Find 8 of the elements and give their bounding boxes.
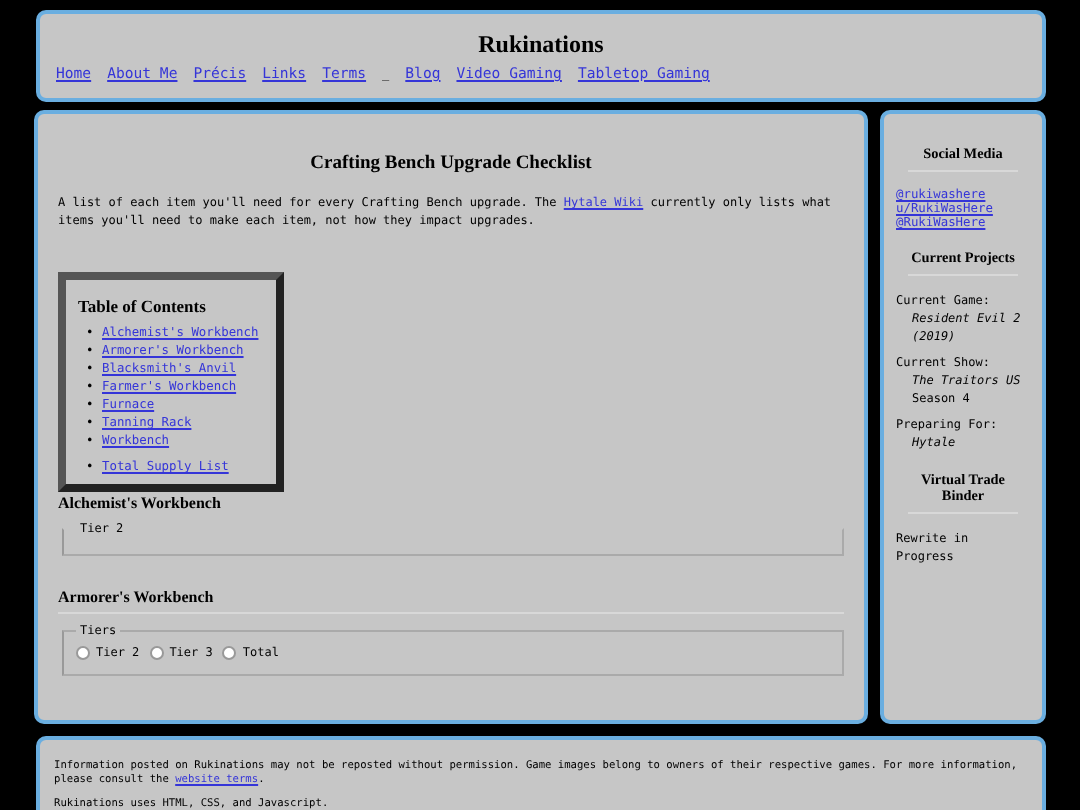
section-heading: Armorer's Workbench [58,588,844,614]
section-heading: Alchemist's Workbench [58,494,223,512]
toc-title: Table of Contents [78,296,208,316]
site-title: Rukinations [476,30,606,60]
radio-button[interactable] [222,646,237,660]
radio-button[interactable] [149,646,164,660]
page-title: Crafting Bench Upgrade Checklist [308,154,594,174]
radio-button[interactable] [76,646,90,660]
